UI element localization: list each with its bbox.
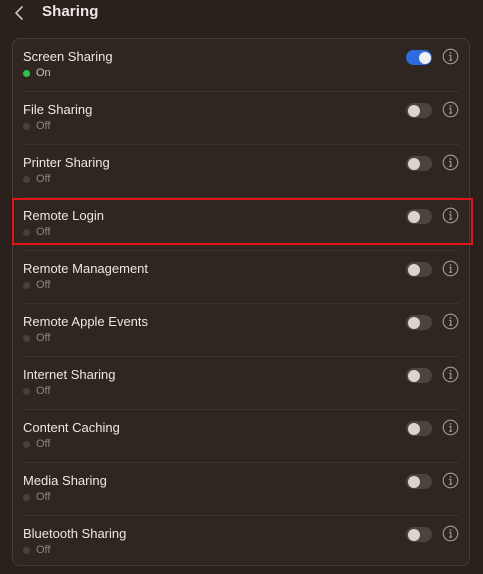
file-sharing-toggle[interactable] bbox=[406, 103, 432, 118]
service-name: Remote Apple Events bbox=[23, 314, 149, 329]
content-caching-toggle[interactable] bbox=[406, 421, 432, 436]
service-status: Off bbox=[23, 544, 50, 556]
media-sharing-toggle[interactable] bbox=[406, 474, 432, 489]
service-row-content-caching: Content Caching Off bbox=[13, 410, 469, 463]
service-status-text: Off bbox=[36, 438, 51, 450]
service-name: Printer Sharing bbox=[23, 155, 110, 170]
info-icon[interactable] bbox=[442, 207, 459, 224]
service-status-text: On bbox=[36, 67, 51, 79]
service-status-text: Off bbox=[36, 226, 51, 238]
service-row-remote-apple-events: Remote Apple Events Off bbox=[13, 304, 469, 357]
service-row-printer-sharing: Printer Sharing Off bbox=[13, 145, 469, 198]
status-dot-icon bbox=[23, 387, 30, 395]
service-name: Screen Sharing bbox=[23, 49, 113, 64]
info-icon[interactable] bbox=[442, 525, 459, 542]
info-icon[interactable] bbox=[442, 419, 459, 436]
info-icon[interactable] bbox=[442, 313, 459, 330]
service-name: Media Sharing bbox=[23, 473, 107, 488]
status-dot-icon bbox=[23, 281, 30, 289]
sharing-services-list: Screen Sharing On File Sharing Off Print… bbox=[12, 38, 470, 566]
service-status-text: Off bbox=[36, 385, 51, 397]
status-dot-icon bbox=[23, 334, 30, 342]
toggle-knob bbox=[407, 422, 420, 435]
service-name: Remote Login bbox=[23, 208, 104, 223]
toggle-knob bbox=[407, 210, 420, 223]
info-icon[interactable] bbox=[442, 154, 459, 171]
service-row-remote-management: Remote Management Off bbox=[13, 251, 469, 304]
info-icon[interactable] bbox=[442, 48, 459, 65]
status-dot-icon bbox=[23, 440, 30, 448]
service-name: Content Caching bbox=[23, 420, 120, 435]
service-name: Remote Management bbox=[23, 261, 149, 276]
service-status-text: Off bbox=[36, 491, 51, 503]
service-status-text: Off bbox=[36, 544, 51, 556]
info-icon[interactable] bbox=[442, 101, 459, 118]
page-title: Sharing bbox=[42, 3, 99, 20]
chevron-left-icon bbox=[15, 6, 23, 20]
service-name: Internet Sharing bbox=[23, 367, 116, 382]
service-status: Off bbox=[23, 385, 50, 397]
remote-apple-events-toggle[interactable] bbox=[406, 315, 432, 330]
service-row-internet-sharing: Internet Sharing Off bbox=[13, 357, 469, 410]
status-dot-icon bbox=[23, 69, 30, 77]
toggle-knob bbox=[407, 528, 420, 541]
info-icon[interactable] bbox=[442, 260, 459, 277]
service-row-bluetooth-sharing: Bluetooth Sharing Off bbox=[13, 516, 469, 565]
toggle-knob bbox=[418, 51, 431, 64]
service-status: Off bbox=[23, 173, 50, 185]
service-name: Bluetooth Sharing bbox=[23, 526, 127, 541]
remote-login-toggle[interactable] bbox=[406, 209, 432, 224]
service-status-text: Off bbox=[36, 332, 51, 344]
toggle-knob bbox=[407, 157, 420, 170]
service-status: Off bbox=[23, 279, 50, 291]
toggle-knob bbox=[407, 104, 420, 117]
screen-sharing-toggle[interactable] bbox=[406, 50, 432, 65]
back-button[interactable] bbox=[10, 3, 28, 23]
toggle-knob bbox=[407, 475, 420, 488]
service-status: Off bbox=[23, 438, 50, 450]
service-status-text: Off bbox=[36, 173, 51, 185]
status-dot-icon bbox=[23, 122, 30, 130]
info-icon[interactable] bbox=[442, 366, 459, 383]
service-row-file-sharing: File Sharing Off bbox=[13, 92, 469, 145]
status-dot-icon bbox=[23, 493, 30, 501]
internet-sharing-toggle[interactable] bbox=[406, 368, 432, 383]
toggle-knob bbox=[407, 316, 420, 329]
service-status: Off bbox=[23, 491, 50, 503]
service-status: On bbox=[23, 67, 51, 79]
service-row-screen-sharing: Screen Sharing On bbox=[13, 39, 469, 92]
status-dot-icon bbox=[23, 175, 30, 183]
service-status: Off bbox=[23, 332, 50, 344]
service-status: Off bbox=[23, 226, 50, 238]
info-icon[interactable] bbox=[442, 472, 459, 489]
service-row-remote-login: Remote Login Off bbox=[13, 198, 469, 251]
toggle-knob bbox=[407, 263, 420, 276]
service-status: Off bbox=[23, 120, 50, 132]
service-status-text: Off bbox=[36, 120, 51, 132]
printer-sharing-toggle[interactable] bbox=[406, 156, 432, 171]
service-status-text: Off bbox=[36, 279, 51, 291]
service-row-media-sharing: Media Sharing Off bbox=[13, 463, 469, 516]
header-bar: Sharing bbox=[0, 0, 483, 28]
service-name: File Sharing bbox=[23, 102, 93, 117]
toggle-knob bbox=[407, 369, 420, 382]
remote-management-toggle[interactable] bbox=[406, 262, 432, 277]
bluetooth-sharing-toggle[interactable] bbox=[406, 527, 432, 542]
status-dot-icon bbox=[23, 228, 30, 236]
status-dot-icon bbox=[23, 546, 30, 554]
